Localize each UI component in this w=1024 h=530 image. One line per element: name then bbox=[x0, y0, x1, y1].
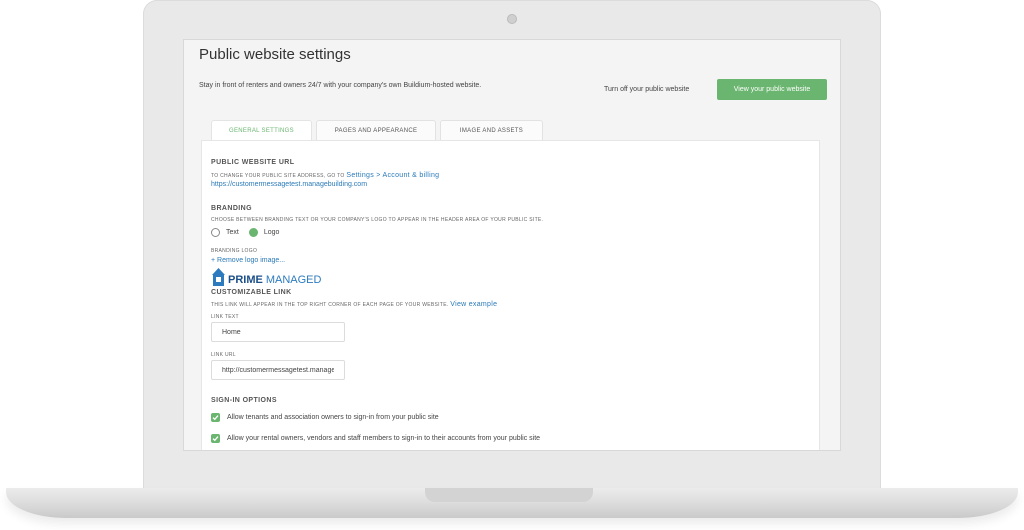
branding-heading: BRANDING bbox=[211, 205, 252, 212]
public-url-instruction: TO CHANGE YOUR PUBLIC SITE ADDRESS, GO T… bbox=[211, 172, 439, 179]
settings-account-billing-link[interactable]: Settings > Account & billing bbox=[346, 172, 439, 179]
link-text-label: LINK TEXT bbox=[211, 314, 239, 320]
camera-dot bbox=[507, 14, 517, 24]
view-example-link[interactable]: View example bbox=[450, 301, 497, 308]
intro-text: Stay in front of renters and owners 24/7… bbox=[199, 82, 482, 89]
branding-logo-label: Logo bbox=[263, 229, 280, 236]
general-settings-panel: PUBLIC WEBSITE URL TO CHANGE YOUR PUBLIC… bbox=[201, 140, 820, 450]
branding-text-radio[interactable] bbox=[211, 228, 220, 237]
owners-signin-checkbox[interactable] bbox=[211, 434, 220, 443]
tenants-signin-label: Allow tenants and association owners to … bbox=[227, 414, 439, 421]
sign-in-option-owners: Allow your rental owners, vendors and st… bbox=[211, 434, 540, 443]
public-url-heading: PUBLIC WEBSITE URL bbox=[211, 159, 295, 166]
link-url-input[interactable] bbox=[211, 360, 345, 380]
sign-in-option-tenants: Allow tenants and association owners to … bbox=[211, 413, 439, 422]
owners-signin-label: Allow your rental owners, vendors and st… bbox=[227, 435, 541, 442]
tab-image-and-assets[interactable]: IMAGE AND ASSETS bbox=[440, 120, 543, 140]
branding-logo-label-heading: BRANDING LOGO bbox=[211, 248, 258, 254]
app-screen: Public website settings Stay in front of… bbox=[184, 40, 840, 450]
customizable-link-instruction-text: THIS LINK WILL APPEAR IN THE TOP RIGHT C… bbox=[211, 302, 449, 308]
branding-text-label: Text bbox=[226, 229, 239, 236]
page-title: Public website settings bbox=[199, 46, 351, 63]
logo-text-prime: PRIME bbox=[228, 274, 263, 286]
public-url-value[interactable]: https://customermessagetest.managebuildi… bbox=[211, 181, 367, 188]
tab-general-settings[interactable]: GENERAL SETTINGS bbox=[211, 120, 312, 141]
branding-logo-radio[interactable] bbox=[248, 228, 258, 237]
customizable-link-heading: CUSTOMIZABLE LINK bbox=[211, 289, 292, 296]
branding-radio-group: Text Logo bbox=[211, 228, 289, 237]
branding-instruction: CHOOSE BETWEEN BRANDING TEXT OR YOUR COM… bbox=[211, 217, 544, 223]
laptop-base-notch bbox=[425, 488, 593, 502]
view-public-website-button[interactable]: View your public website bbox=[717, 79, 827, 100]
logo-text-managed: MANAGED bbox=[265, 274, 322, 286]
link-text-input[interactable] bbox=[211, 322, 345, 342]
company-logo: PRIME MANAGED bbox=[211, 267, 321, 286]
tenants-signin-checkbox[interactable] bbox=[211, 413, 220, 422]
public-url-instruction-text: TO CHANGE YOUR PUBLIC SITE ADDRESS, GO T… bbox=[211, 173, 345, 179]
remove-logo-link[interactable]: + Remove logo image... bbox=[211, 257, 285, 264]
turn-off-website-link[interactable]: Turn off your public website bbox=[604, 86, 689, 93]
checkmark-icon bbox=[212, 436, 219, 442]
sign-in-options-heading: SIGN-IN OPTIONS bbox=[211, 397, 277, 404]
checkmark-icon bbox=[212, 415, 219, 421]
house-logo-icon bbox=[212, 268, 225, 286]
link-url-label: LINK URL bbox=[211, 352, 236, 358]
tab-pages-and-appearance[interactable]: PAGES AND APPEARANCE bbox=[316, 120, 436, 140]
customizable-link-instruction: THIS LINK WILL APPEAR IN THE TOP RIGHT C… bbox=[211, 301, 497, 308]
